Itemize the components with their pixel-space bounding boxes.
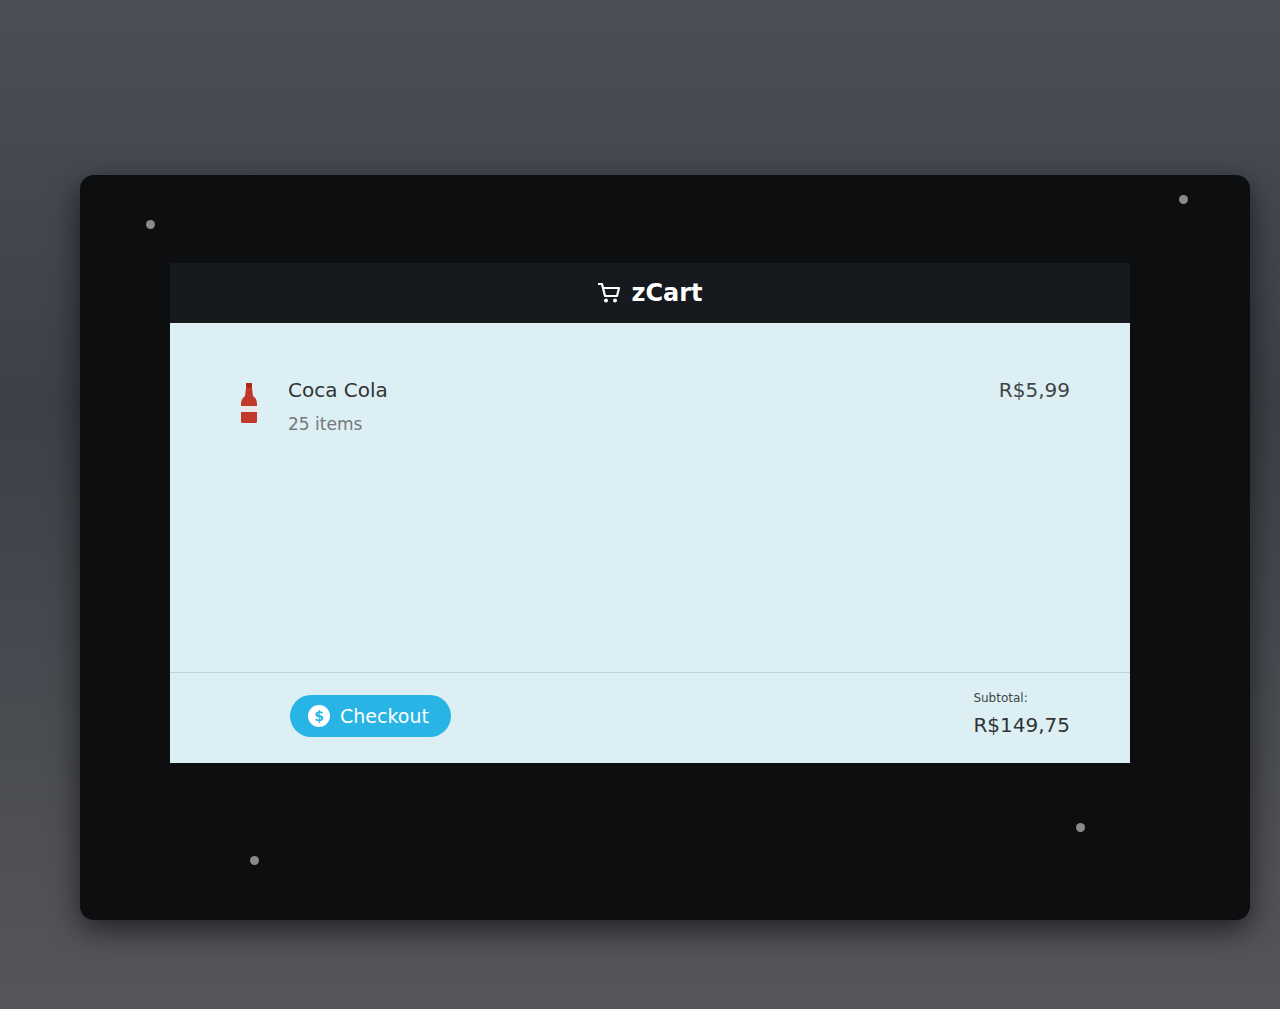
checkout-button[interactable]: $ Checkout: [290, 695, 451, 737]
app-screen: zCart Coca Cola 25 items R$5,99 $ Checko…: [170, 263, 1130, 763]
desk-scene: zCart Coca Cola 25 items R$5,99 $ Checko…: [0, 0, 1280, 1009]
item-name: Coca Cola: [288, 378, 969, 402]
subtotal-value: R$149,75: [973, 713, 1070, 737]
cart-list: Coca Cola 25 items R$5,99: [170, 323, 1130, 672]
subtotal-label: Subtotal:: [973, 691, 1070, 705]
screw-icon: [250, 856, 259, 865]
checkout-label: Checkout: [340, 705, 429, 727]
touchscreen-device: zCart Coca Cola 25 items R$5,99 $ Checko…: [80, 175, 1250, 920]
cart-item[interactable]: Coca Cola 25 items R$5,99: [240, 378, 1070, 434]
item-count: 25 items: [288, 414, 969, 434]
dollar-icon: $: [308, 705, 330, 727]
screw-icon: [146, 220, 155, 229]
app-title: zCart: [631, 279, 702, 307]
cart-icon: [597, 282, 621, 304]
title-bar: zCart: [170, 263, 1130, 323]
cart-footer: $ Checkout Subtotal: R$149,75: [170, 672, 1130, 763]
screw-icon: [1179, 195, 1188, 204]
soda-bottle-icon: [240, 382, 258, 424]
item-price: R$5,99: [999, 378, 1070, 402]
screw-icon: [1076, 823, 1085, 832]
subtotal: Subtotal: R$149,75: [973, 691, 1070, 737]
